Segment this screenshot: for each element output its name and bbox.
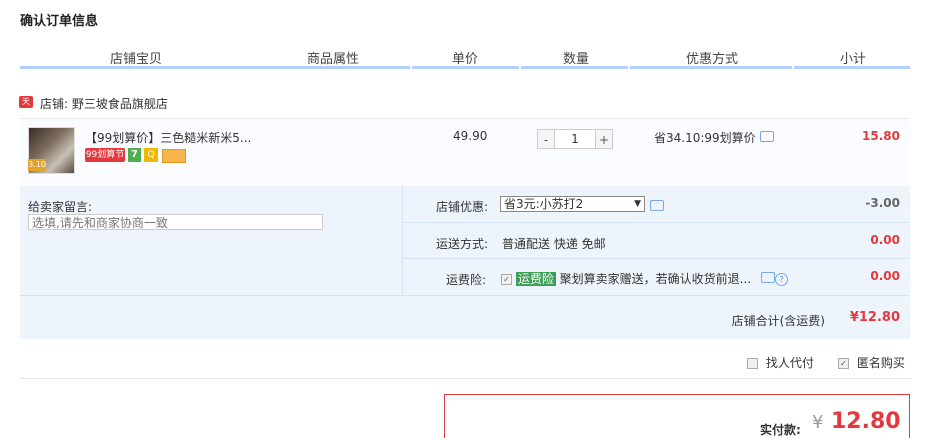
thumb-date-tag: 3.10	[28, 159, 46, 171]
help-icon[interactable]: ?	[774, 273, 788, 286]
qty-input[interactable]: 1	[555, 129, 595, 149]
insurance-tag: 运费险	[515, 272, 556, 286]
shipping-method: 普通配送 快递 免邮	[502, 237, 606, 251]
row-separator	[403, 258, 910, 259]
insurance-value: 0.00	[870, 269, 900, 283]
divider	[20, 378, 910, 379]
col-header-subtotal: 小计	[840, 52, 867, 67]
header-underline	[521, 66, 628, 69]
insurance-label: 运费险:	[446, 273, 487, 287]
seven-day-return-icon: 7	[128, 148, 141, 162]
payment-currency: ¥	[812, 412, 824, 433]
header-underline	[794, 66, 910, 69]
item-title-link[interactable]: 【99划算价】三色糙米新米5...	[85, 129, 251, 146]
shipping-label: 运送方式:	[436, 237, 489, 251]
anonymous-label: 匿名购买	[856, 356, 905, 370]
header-underline	[20, 66, 410, 69]
row-separator	[20, 295, 910, 296]
shop-discount-selected: 省3元:小苏打2	[504, 197, 584, 211]
message-input[interactable]: 选填,请先和商家协商一致	[28, 214, 323, 230]
qty-minus-button[interactable]: -	[537, 129, 555, 149]
unit-price: 49.90	[453, 129, 488, 143]
discount-info: 省34.10:99划算价	[654, 129, 774, 146]
discount-text: 省34.10:99划算价	[654, 131, 756, 145]
shipping-value: 0.00	[870, 233, 900, 247]
shop-total-label: 店铺合计(含运费)	[731, 314, 825, 328]
header-underline	[630, 66, 792, 69]
header-underline	[412, 66, 519, 69]
quantity-stepper: -1 +	[537, 129, 613, 149]
item-subtotal: 15.80	[862, 129, 900, 143]
panel-divider	[402, 186, 403, 295]
shop-discount-label: 店铺优惠:	[436, 200, 489, 214]
shop-discount-value: -3.00	[865, 196, 900, 210]
tmall-shop-icon: 天猫	[19, 96, 33, 118]
page-title: 确认订单信息	[20, 14, 99, 29]
chat-icon[interactable]	[760, 272, 775, 283]
proxy-pay-option[interactable]: 找人代付	[747, 354, 814, 371]
promo-badge: 99划算节	[85, 148, 125, 162]
payment-total: 12.80	[831, 409, 901, 434]
proxy-pay-label: 找人代付	[765, 356, 814, 370]
chevron-down-icon: ▼	[634, 199, 641, 209]
row-separator	[403, 222, 910, 223]
chat-icon[interactable]	[650, 200, 664, 211]
col-header-item: 店铺宝贝	[110, 52, 163, 67]
qty-plus-button[interactable]: +	[595, 129, 613, 149]
quality-icon: Q	[144, 148, 158, 162]
payment-label: 实付款:	[760, 423, 801, 437]
shop-discount-select[interactable]: 省3元:小苏打2 ▼	[500, 196, 645, 212]
chat-icon[interactable]	[759, 131, 774, 142]
proxy-pay-checkbox[interactable]	[747, 358, 758, 369]
col-header-price: 单价	[452, 52, 479, 67]
insurance-row: ✓ 运费险 聚划算卖家赠送，若确认收货前退... ?	[501, 270, 788, 287]
credit-card-icon	[162, 149, 186, 163]
col-header-discount: 优惠方式	[686, 52, 739, 67]
col-header-qty: 数量	[563, 52, 590, 67]
insurance-checkbox[interactable]: ✓	[501, 274, 512, 285]
anonymous-option[interactable]: ✓ 匿名购买	[838, 354, 905, 371]
shop-total-value: ¥12.80	[849, 310, 900, 325]
insurance-text: 聚划算卖家赠送，若确认收货前退...	[559, 272, 752, 286]
col-header-attr: 商品属性	[307, 52, 360, 67]
anonymous-checkbox[interactable]: ✓	[838, 358, 849, 369]
message-label: 给卖家留言:	[28, 200, 93, 214]
shop-name[interactable]: 店铺: 野三坡食品旗舰店	[40, 95, 168, 112]
